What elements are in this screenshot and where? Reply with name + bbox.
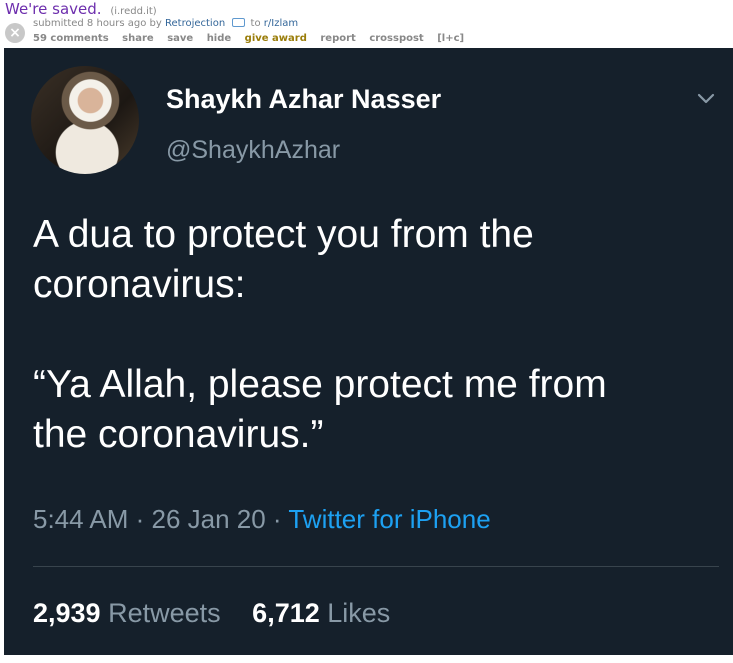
reddit-post-header: We're saved. (i.redd.it) × submitted 8 h…	[0, 0, 733, 48]
tweet-card: Shaykh Azhar Nasser @ShaykhAzhar A dua t…	[4, 48, 733, 655]
post-domain[interactable]: (i.redd.it)	[110, 6, 156, 17]
share-button[interactable]: share	[122, 33, 154, 44]
report-button[interactable]: report	[320, 33, 355, 44]
post-title[interactable]: We're saved. (i.redd.it)	[5, 0, 157, 18]
divider	[33, 566, 719, 567]
crosspost-button[interactable]: crosspost	[369, 33, 423, 44]
tweet-text: A dua to protect you from the coronaviru…	[33, 213, 607, 456]
give-award-button[interactable]: give award	[245, 33, 307, 44]
likes-label: Likes	[327, 598, 391, 628]
author-link[interactable]: Retrojection	[165, 18, 225, 29]
comments-button[interactable]: 59 comments	[33, 33, 109, 44]
hide-button[interactable]: hide	[207, 33, 232, 44]
author-handle[interactable]: @ShaykhAzhar	[166, 136, 340, 165]
likes-count: 6,712	[252, 598, 320, 628]
tweet-stats: 2,939 Retweets 6,712 Likes	[33, 598, 390, 629]
post-buttons: 59 comments share save hide give award r…	[33, 33, 474, 44]
submitted-text: submitted 8 hours ago by	[33, 18, 162, 29]
to-text: to	[250, 18, 261, 29]
subreddit-link[interactable]: r/Izlam	[264, 18, 298, 29]
close-icon[interactable]: ×	[5, 23, 25, 43]
tweet-timestamp[interactable]: 5:44 AM · 26 Jan 20 ·	[33, 504, 288, 534]
post-title-text[interactable]: We're saved.	[5, 0, 102, 18]
lc-button[interactable]: [l+c]	[437, 33, 464, 44]
save-button[interactable]: save	[167, 33, 193, 44]
chevron-down-icon[interactable]	[696, 88, 716, 108]
tweet-meta: 5:44 AM · 26 Jan 20 · Twitter for iPhone	[33, 504, 491, 535]
avatar[interactable]	[31, 66, 139, 174]
crosspost-icon	[232, 17, 246, 27]
retweets-count: 2,939	[33, 598, 101, 628]
tweet-source-link[interactable]: Twitter for iPhone	[288, 504, 490, 534]
retweets-label: Retweets	[108, 598, 221, 628]
retweets-stat[interactable]: 2,939 Retweets	[33, 598, 221, 628]
author-name[interactable]: Shaykh Azhar Nasser	[166, 84, 441, 115]
post-tagline: submitted 8 hours ago by Retrojection to…	[33, 17, 298, 29]
likes-stat[interactable]: 6,712 Likes	[252, 598, 390, 628]
